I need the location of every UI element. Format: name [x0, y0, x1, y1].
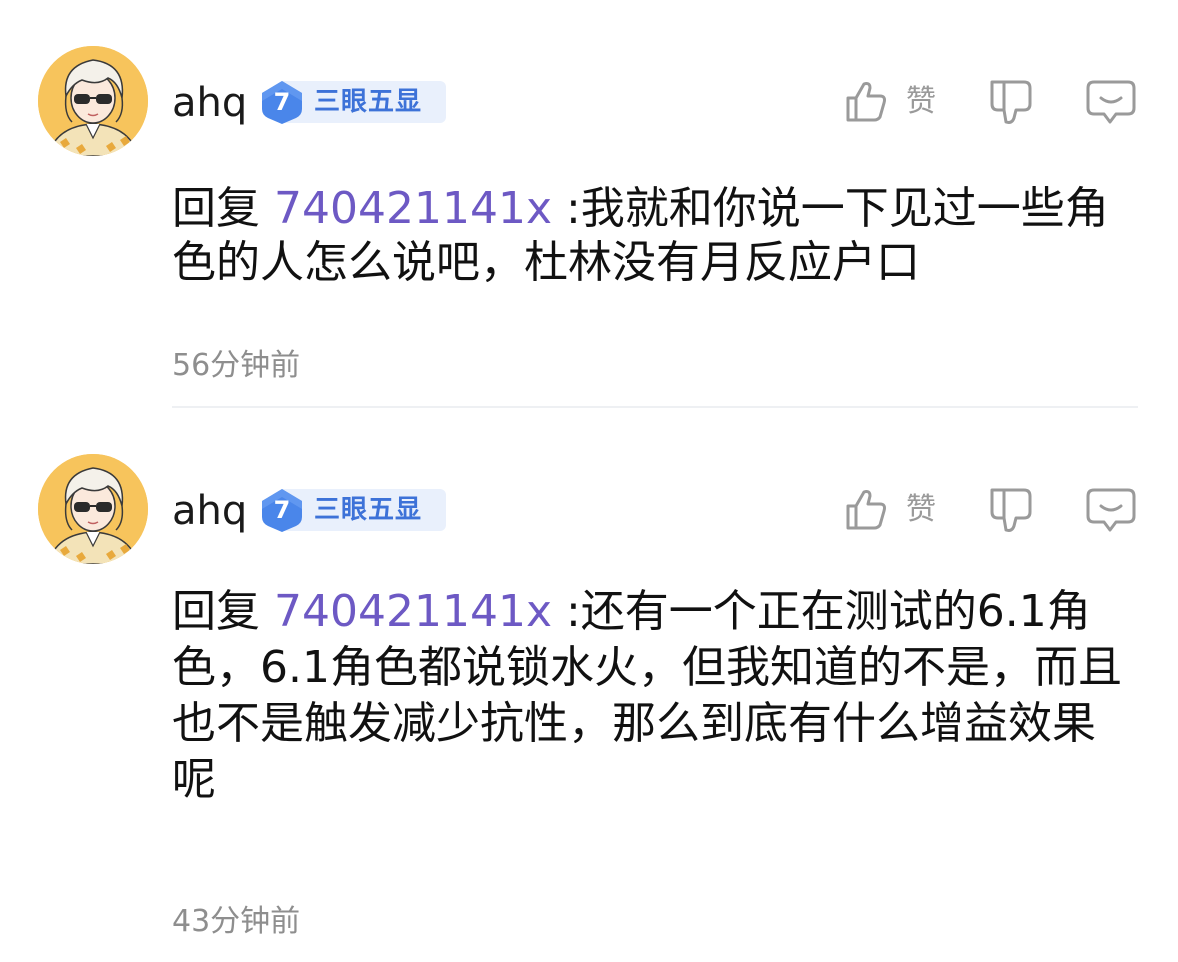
- dislike-button[interactable]: [986, 480, 1036, 540]
- dislike-button[interactable]: [986, 72, 1036, 132]
- like-button[interactable]: 赞: [842, 480, 946, 540]
- comment-bubble-icon: [1086, 80, 1136, 124]
- comment-item: ahq 7 三眼五显 赞 回复 740421141x :还有一个正在测试的6.1…: [0, 408, 1178, 962]
- badge-level-number: 7: [273, 88, 291, 116]
- user-level-badge[interactable]: 7 三眼五显: [258, 81, 446, 124]
- like-label: 赞: [906, 492, 936, 527]
- avatar[interactable]: [38, 46, 148, 156]
- comment-bubble-icon: [1086, 488, 1136, 532]
- reply-target-username[interactable]: 740421141x: [274, 183, 552, 234]
- user-level-badge[interactable]: 7 三眼五显: [258, 489, 446, 532]
- reply-prefix: 回复: [172, 183, 260, 234]
- thumbs-up-icon: [846, 82, 886, 122]
- reply-target-username[interactable]: 740421141x: [274, 586, 552, 637]
- comment-text: 回复 740421141x :我就和你说一下见过一些角色的人怎么说吧，杜林没有月…: [172, 182, 1132, 290]
- like-label: 赞: [906, 84, 936, 119]
- thumbs-down-icon: [990, 80, 1032, 124]
- badge-title: 三眼五显: [314, 87, 423, 117]
- avatar[interactable]: [38, 454, 148, 564]
- timestamp: 43分钟前: [172, 904, 301, 939]
- avatar-image: [38, 454, 148, 564]
- badge-title: 三眼五显: [314, 495, 423, 525]
- thumbs-up-icon: [846, 490, 886, 530]
- reply-prefix: 回复: [172, 586, 260, 637]
- comment-text: 回复 740421141x :还有一个正在测试的6.1角色，6.1角色都说锁水火…: [172, 584, 1132, 808]
- username[interactable]: ahq: [172, 76, 247, 130]
- badge-level-number: 7: [273, 496, 291, 524]
- avatar-image: [38, 46, 148, 156]
- reply-button[interactable]: [1086, 72, 1138, 132]
- username[interactable]: ahq: [172, 484, 247, 538]
- thumbs-down-icon: [990, 488, 1032, 532]
- comment-item: ahq 7 三眼五显 赞 回复 740421141x :我就和你说一下见过一些角…: [0, 0, 1178, 408]
- like-button[interactable]: 赞: [842, 72, 946, 132]
- timestamp: 56分钟前: [172, 348, 301, 383]
- reply-button[interactable]: [1086, 480, 1138, 540]
